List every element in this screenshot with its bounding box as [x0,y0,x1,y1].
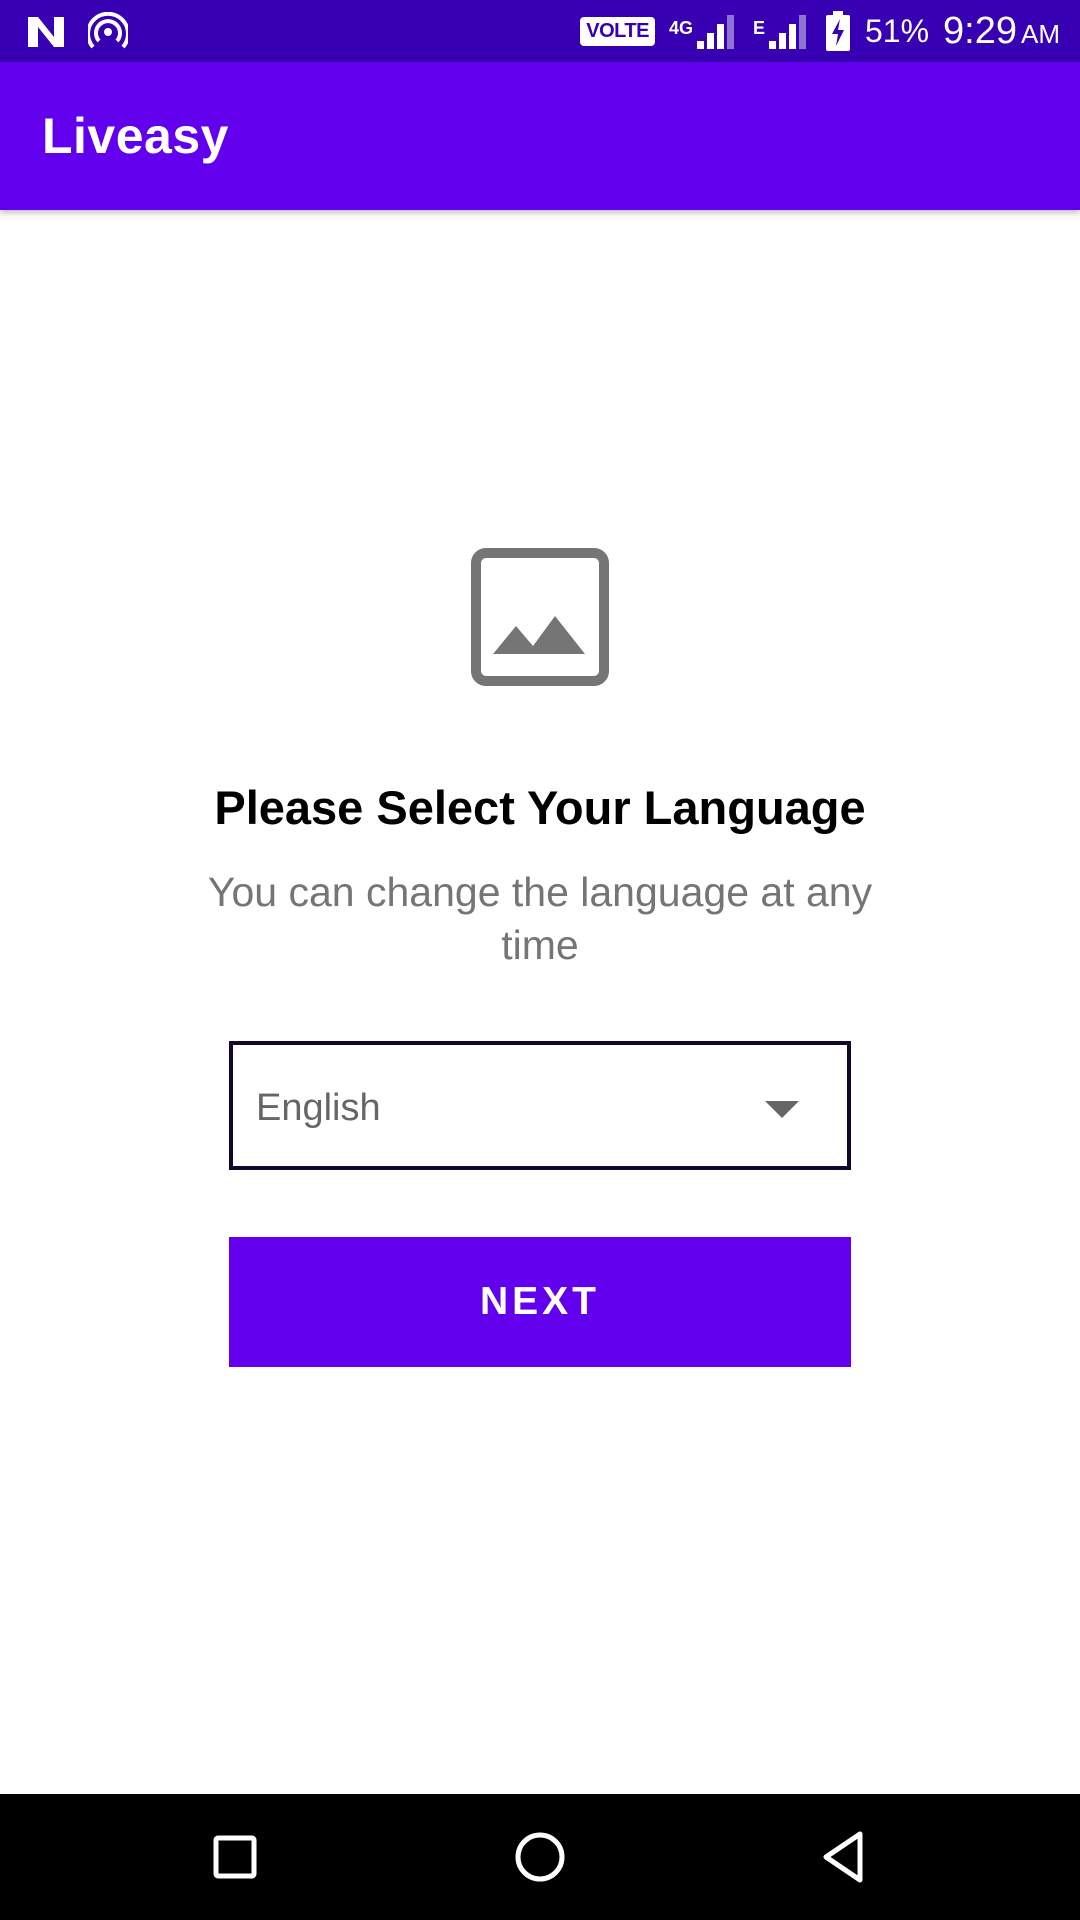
home-circle-icon[interactable] [507,1824,573,1890]
page-subtitle: You can change the language at any time [207,869,873,968]
n-logo-icon [28,17,64,47]
language-selected-value: English [256,1087,381,1129]
status-right-icons: VOLTE 4G E 51% 9:29 AM [580,0,1060,62]
app-bar: Liveasy [0,62,1080,210]
hotspot-icon [88,12,128,49]
image-placeholder-icon [471,548,609,686]
dropdown-arrow-icon [765,1101,799,1118]
clock: 9:29 AM [943,10,1060,53]
network-type-4g: 4G [668,18,693,38]
back-triangle-icon[interactable] [812,1824,878,1890]
battery-charging-icon [825,11,850,51]
battery-percent: 51% [864,12,930,49]
recents-square-icon[interactable] [202,1824,268,1890]
signal-bars-icon [696,15,734,49]
language-dropdown[interactable]: English [229,1041,851,1170]
clock-ampm: AM [1021,18,1060,49]
status-left-icons [26,12,128,52]
status-bar: VOLTE 4G E 51% 9:29 AM [0,0,1080,62]
volte-badge: VOLTE [580,16,655,46]
signal-2: E [753,13,811,49]
app-title: Liveasy [42,108,229,164]
page-title: Please Select Your Language [214,781,866,834]
clock-time: 9:29 [943,9,1017,52]
signal-1: 4G [669,13,739,49]
navigation-bar [0,1794,1080,1920]
signal-bars-icon [768,15,806,49]
network-type-e: E [752,18,765,38]
next-button[interactable]: NEXT [229,1237,851,1367]
